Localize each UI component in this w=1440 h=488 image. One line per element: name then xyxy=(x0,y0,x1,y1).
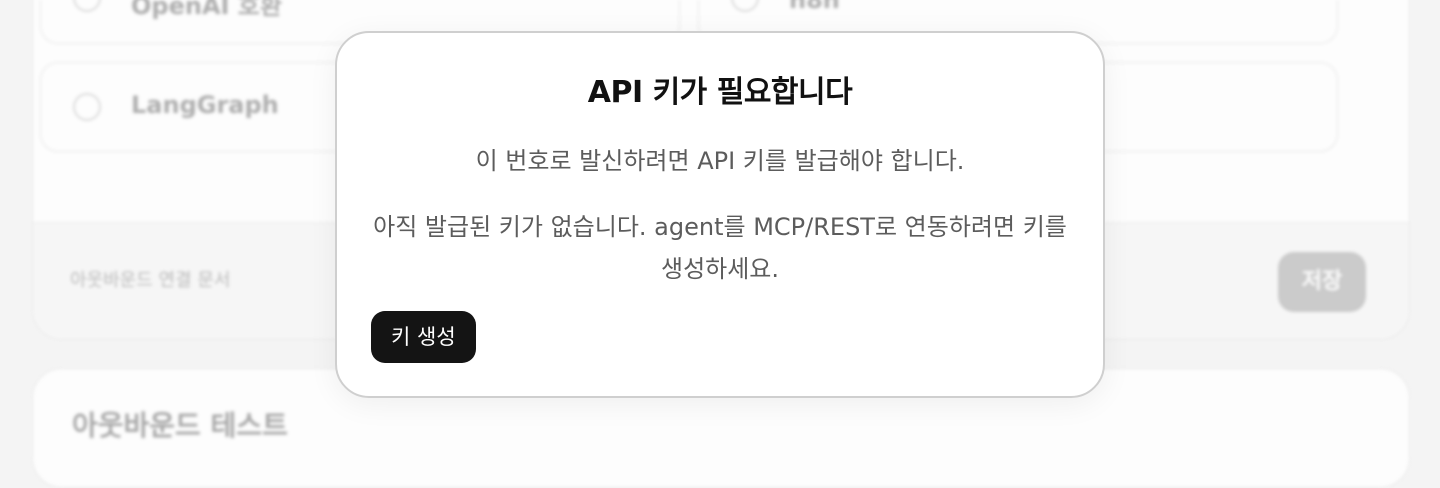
dialog-message: 이 번호로 발신하려면 API 키를 발급해야 합니다. xyxy=(475,147,965,175)
radio-icon[interactable] xyxy=(73,93,101,121)
option-label: LangGraph xyxy=(131,91,279,119)
dialog-description: 아직 발급된 키가 없습니다. agent를 MCP/REST로 연동하려면 키… xyxy=(373,213,1067,283)
radio-icon[interactable] xyxy=(73,0,101,12)
option-label: OpenAI 호환 xyxy=(131,0,282,20)
radio-icon[interactable] xyxy=(731,0,759,12)
option-label: n8n xyxy=(789,0,840,14)
outbound-docs-link[interactable]: 아웃바운드 연결 문서 xyxy=(70,266,230,292)
create-key-button[interactable]: 키 생성 xyxy=(371,311,476,363)
dialog-title: API 키가 필요합니다 xyxy=(587,75,853,110)
save-button[interactable]: 저장 xyxy=(1278,252,1366,312)
api-key-required-dialog: API 키가 필요합니다 이 번호로 발신하려면 API 키를 발급해야 합니다… xyxy=(335,31,1105,398)
section-title: 아웃바운드 테스트 xyxy=(72,409,288,442)
